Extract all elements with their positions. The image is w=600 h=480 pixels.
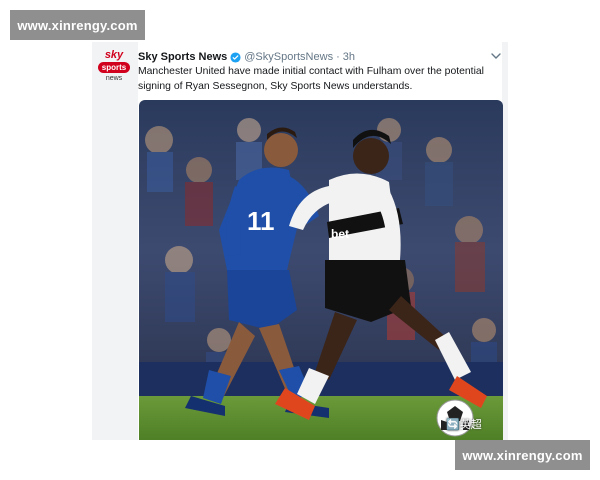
- tweet-photo[interactable]: 11 bet 🔄英超: [139, 100, 503, 440]
- chevron-down-icon[interactable]: [490, 50, 502, 62]
- tweet-gutter-left: [92, 42, 138, 440]
- shirt-sponsor: bet: [331, 227, 349, 241]
- display-name[interactable]: Sky Sports News: [138, 51, 227, 63]
- avatar[interactable]: sky sports news: [96, 50, 132, 86]
- separator-dot: ·: [336, 51, 340, 63]
- watermark-bottom: www.xinrengy.com: [455, 440, 590, 470]
- tweet-text: Manchester United have made initial cont…: [138, 66, 484, 92]
- photo-caption-overlay: 🔄英超: [446, 418, 482, 431]
- player-left-number: 11: [247, 206, 275, 236]
- football-scene: 11 bet: [139, 100, 503, 440]
- timestamp[interactable]: 3h: [343, 51, 355, 63]
- tweet-header: Sky Sports News @SkySportsNews · 3h: [138, 49, 355, 65]
- avatar-logo-sky: sky: [104, 49, 124, 61]
- avatar-logo-sports: sports: [97, 62, 131, 73]
- verified-badge-icon: [230, 51, 241, 63]
- handle[interactable]: @SkySportsNews: [244, 51, 333, 63]
- watermark-top: www.xinrengy.com: [10, 10, 145, 40]
- avatar-logo-news: news: [105, 75, 123, 82]
